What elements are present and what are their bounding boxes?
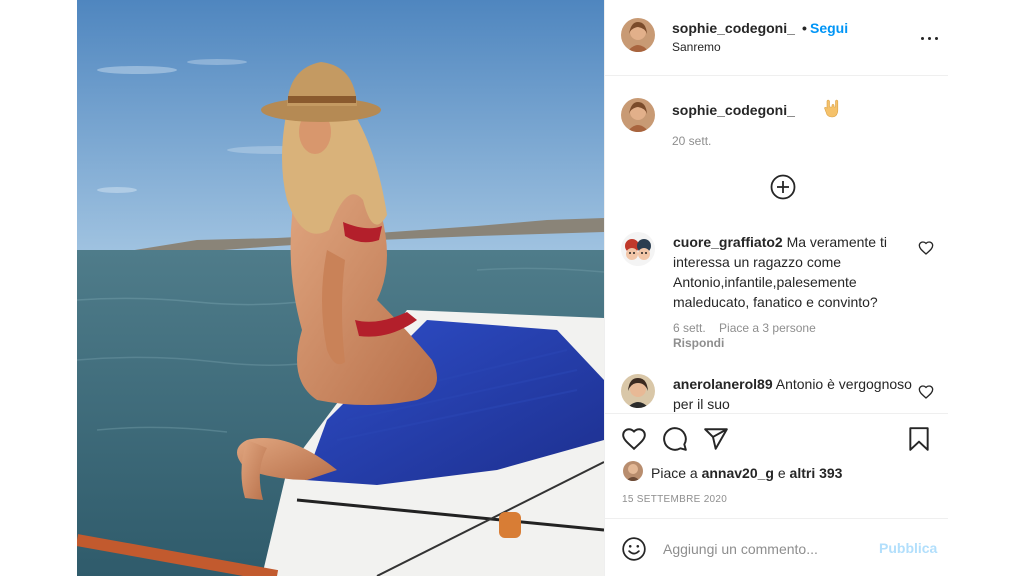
caption-date: 20 sett. — [672, 134, 712, 148]
comment-item: cuore_graffiato2 Ma veramente ti interes… — [621, 232, 939, 372]
rock-hand-emoji — [823, 99, 841, 119]
commenter-avatar[interactable] — [621, 232, 655, 266]
post-date[interactable]: 15 SETTEMBRE 2020 — [622, 494, 727, 505]
instagram-post: sophie_codegoni_ • Segui Sanremo sophie_… — [77, 0, 948, 576]
post-sidebar: sophie_codegoni_ • Segui Sanremo sophie_… — [604, 0, 948, 576]
heart-icon[interactable] — [621, 426, 647, 452]
comment-input[interactable] — [663, 537, 863, 561]
commenter-avatar[interactable] — [621, 374, 655, 408]
likes-middle: e — [773, 465, 790, 481]
likes-summary: Piace a annav20_g e altri 393 — [651, 465, 842, 481]
comment-item: anerolanerol89 Antonio è vergognoso per … — [621, 374, 939, 414]
liker-avatar[interactable] — [623, 461, 643, 481]
post-location[interactable]: Sanremo — [672, 40, 721, 54]
comment-meta: 6 sett. Piace a 3 persone — [673, 321, 826, 335]
add-comment-bar: Pubblica — [605, 518, 948, 576]
caption-emoji-icon — [824, 99, 839, 118]
comment-date: 6 sett. — [673, 321, 706, 335]
likes-others[interactable]: altri 393 — [790, 465, 843, 481]
comment-text: anerolanerol89 Antonio è vergognoso per … — [673, 374, 913, 414]
plus-circle-icon[interactable] — [769, 173, 797, 201]
post-actions: Piace a annav20_g e altri 393 15 SETTEMB… — [605, 413, 948, 518]
caption-avatar[interactable] — [621, 98, 655, 132]
comments-list[interactable]: cuore_graffiato2 Ma veramente ti interes… — [605, 216, 948, 414]
commenter-username[interactable]: cuore_graffiato2 — [673, 234, 783, 250]
bookmark-icon[interactable] — [906, 426, 932, 452]
comment-icon[interactable] — [662, 426, 688, 452]
smiley-icon[interactable] — [621, 536, 647, 562]
publish-button[interactable]: Pubblica — [879, 540, 937, 556]
post-image — [77, 0, 604, 576]
author-username[interactable]: sophie_codegoni_ — [672, 20, 795, 36]
comment-like-heart-icon[interactable] — [918, 384, 934, 400]
comment-like-heart-icon[interactable] — [918, 240, 934, 256]
comment-likes[interactable]: Piace a 3 persone — [719, 321, 816, 335]
liker-username[interactable]: annav20_g — [702, 465, 774, 481]
separator-dot: • — [802, 20, 807, 36]
follow-button[interactable]: Segui — [810, 20, 848, 36]
more-options-icon[interactable] — [920, 29, 940, 47]
commenter-username[interactable]: anerolanerol89 — [673, 376, 773, 392]
comment-text: cuore_graffiato2 Ma veramente ti interes… — [673, 232, 913, 312]
paper-plane-icon[interactable] — [703, 426, 729, 452]
likes-prefix: Piace a — [651, 465, 702, 481]
author-avatar[interactable] — [621, 18, 655, 52]
post-header: sophie_codegoni_ • Segui Sanremo — [605, 0, 948, 76]
post-photo[interactable] — [77, 0, 604, 576]
reply-button[interactable]: Rispondi — [673, 336, 724, 350]
caption-username[interactable]: sophie_codegoni_ — [672, 102, 795, 118]
